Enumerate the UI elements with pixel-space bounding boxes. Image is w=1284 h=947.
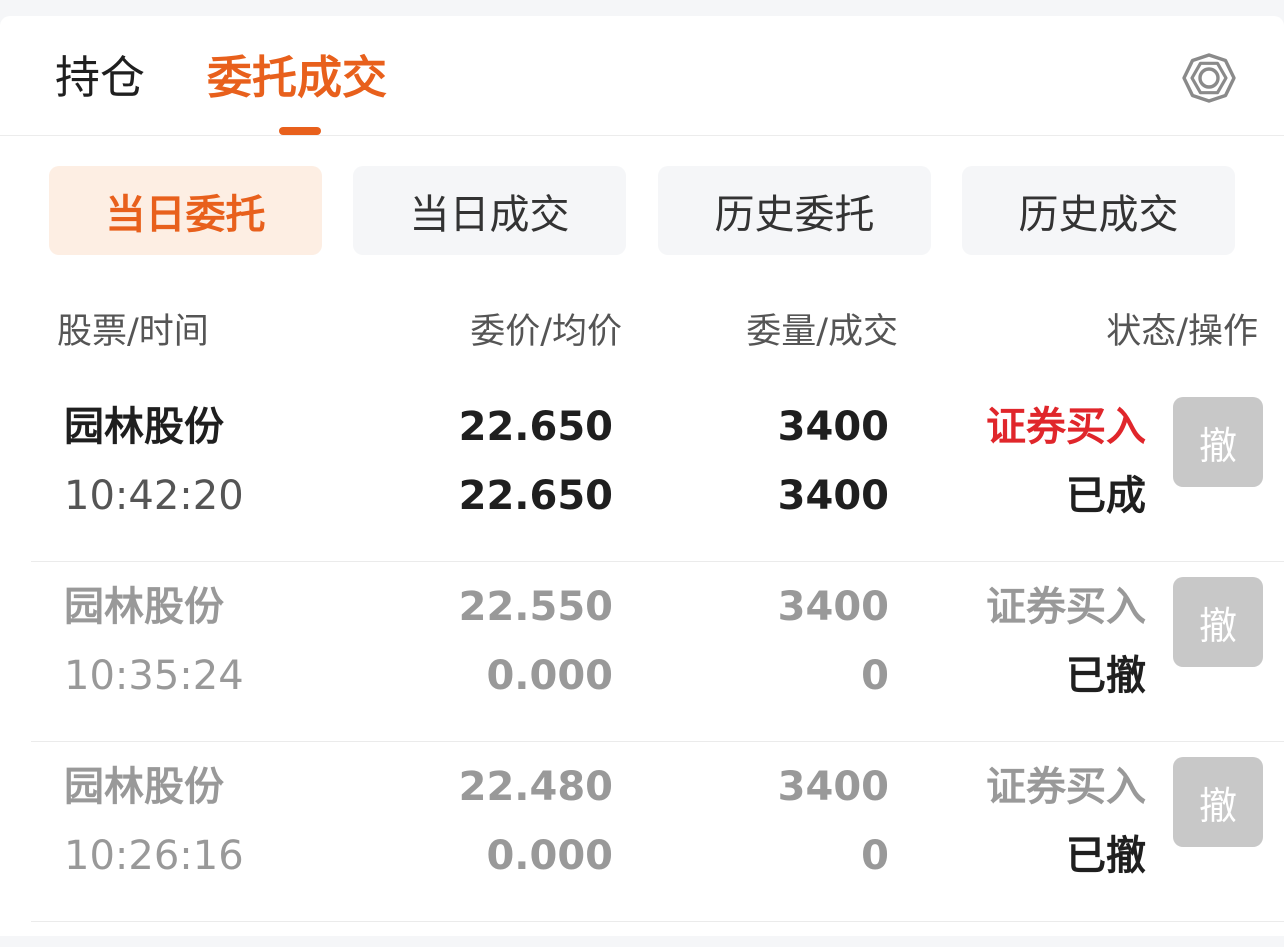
filled-quantity: 0: [861, 833, 889, 879]
stock-name: 园林股份: [64, 764, 224, 810]
column-header-status-action: 状态/操作: [1106, 312, 1258, 352]
stock-name: 园林股份: [64, 584, 224, 630]
order-status: 已成: [1066, 473, 1146, 519]
filled-quantity: 0: [861, 653, 889, 699]
column-header-price: 委价/均价: [470, 312, 622, 352]
operation-type: 证券买入: [986, 584, 1146, 630]
average-price: 0.000: [486, 833, 613, 879]
cancel-order-button[interactable]: 撤: [1173, 757, 1263, 847]
order-time: 10:26:16: [64, 833, 244, 879]
subtab-history-trades[interactable]: 历史成交: [962, 166, 1235, 255]
subtab-history-orders[interactable]: 历史委托: [658, 166, 931, 255]
operation-type: 证券买入: [986, 404, 1146, 450]
order-quantity: 3400: [777, 764, 889, 810]
average-price: 0.000: [486, 653, 613, 699]
tab-orders-trades[interactable]: 委托成交: [207, 50, 387, 106]
order-row: 园林股份 10:26:16 22.480 0.000 3400 0 证券买入 已…: [0, 742, 1284, 922]
order-status: 已撤: [1066, 653, 1146, 699]
column-header-quantity: 委量/成交: [746, 312, 898, 352]
operation-type: 证券买入: [986, 764, 1146, 810]
filled-quantity: 3400: [777, 473, 889, 519]
order-time: 10:35:24: [64, 653, 244, 699]
order-price: 22.550: [458, 584, 613, 630]
cancel-order-button[interactable]: 撤: [1173, 577, 1263, 667]
order-quantity: 3400: [777, 584, 889, 630]
order-price: 22.650: [458, 404, 613, 450]
subtab-today-orders[interactable]: 当日委托: [49, 166, 322, 255]
order-price: 22.480: [458, 764, 613, 810]
settings-button[interactable]: [1177, 48, 1241, 108]
cancel-order-button[interactable]: 撤: [1173, 397, 1263, 487]
row-divider: [31, 921, 1284, 922]
order-row: 园林股份 10:42:20 22.650 22.650 3400 3400 证券…: [0, 382, 1284, 562]
column-header-stock-time: 股票/时间: [57, 312, 209, 352]
subtab-today-trades[interactable]: 当日成交: [353, 166, 626, 255]
active-tab-indicator: [279, 127, 321, 135]
order-row: 园林股份 10:35:24 22.550 0.000 3400 0 证券买入 已…: [0, 562, 1284, 742]
tab-positions[interactable]: 持仓: [55, 50, 145, 106]
stock-name: 园林股份: [64, 404, 224, 450]
order-quantity: 3400: [777, 404, 889, 450]
order-status: 已撤: [1066, 833, 1146, 879]
average-price: 22.650: [458, 473, 613, 519]
order-time: 10:42:20: [64, 473, 244, 519]
gear-icon: [1182, 53, 1236, 103]
main-tab-bar: 持仓 委托成交: [0, 16, 1284, 136]
order-panel: 持仓 委托成交 当日委托 当日成交 历史委托 历史成交 股票/时间 委价/均价 …: [0, 16, 1284, 936]
